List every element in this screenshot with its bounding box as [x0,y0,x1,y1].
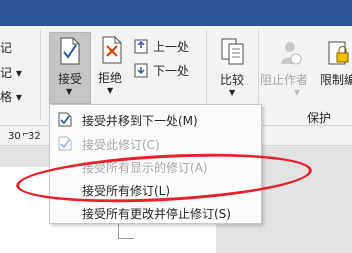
reject-doc-icon [102,36,122,64]
compare-button[interactable]: 比较 ▼ [214,32,252,104]
accept-change-icon [58,136,72,151]
partial-label-3[interactable]: 格 ▾ [0,88,22,105]
partial-label-2[interactable]: 记 ▾ [0,64,22,81]
protect-group-label: 保护 [307,111,332,125]
ruler-tick: 30 [8,131,21,142]
chevron-down-icon: ▼ [294,88,301,97]
menu-item-label: 接受所有更改并停止修订(S) [82,207,231,221]
block-authors-icon [281,42,302,65]
accept-next-icon [58,112,72,127]
accept-button[interactable]: 接受 ▼ [49,32,91,104]
menu-item-accept-and-move-next[interactable]: 接受并移到下一处(M) [50,109,261,131]
menu-item-label: 接受此修订(C) [82,138,160,152]
reject-label: 拒绝 [98,71,123,85]
compare-label: 比较 [220,73,245,87]
previous-icon [134,39,148,54]
accept-label: 接受 [58,72,83,86]
restrict-editing-label: 限制编 [320,73,352,87]
chevron-down-icon: ▼ [107,86,114,95]
next-icon [134,63,148,78]
group-divider [40,30,41,120]
block-authors-label: 阻止作者 [260,73,309,87]
previous-button[interactable]: 上一处 [134,37,200,57]
next-label: 下一处 [153,64,190,78]
lock-icon [328,41,349,65]
title-bar [0,0,352,26]
menu-item-accept-this-change[interactable]: 接受此修订(C) [50,133,261,155]
accept-doc-icon [60,37,80,65]
previous-label: 上一处 [153,40,190,54]
menu-item-label: 接受并移到下一处(M) [82,114,198,128]
chevron-down-icon: ▼ [229,88,236,97]
ruler-tick: 32 [28,131,41,142]
menu-item-accept-all-and-stop-tracking[interactable]: 接受所有更改并停止修订(S) [50,202,261,224]
partial-label-1[interactable]: 记 [0,39,12,56]
restrict-editing-button[interactable]: 限制编 [318,32,352,104]
chevron-down-icon: ▼ [66,87,73,96]
compare-icon [221,38,244,65]
reject-button[interactable]: 拒绝 ▼ [95,32,129,104]
block-authors-button[interactable]: 阻止作者 ▼ [260,32,316,104]
next-button[interactable]: 下一处 [134,61,200,81]
